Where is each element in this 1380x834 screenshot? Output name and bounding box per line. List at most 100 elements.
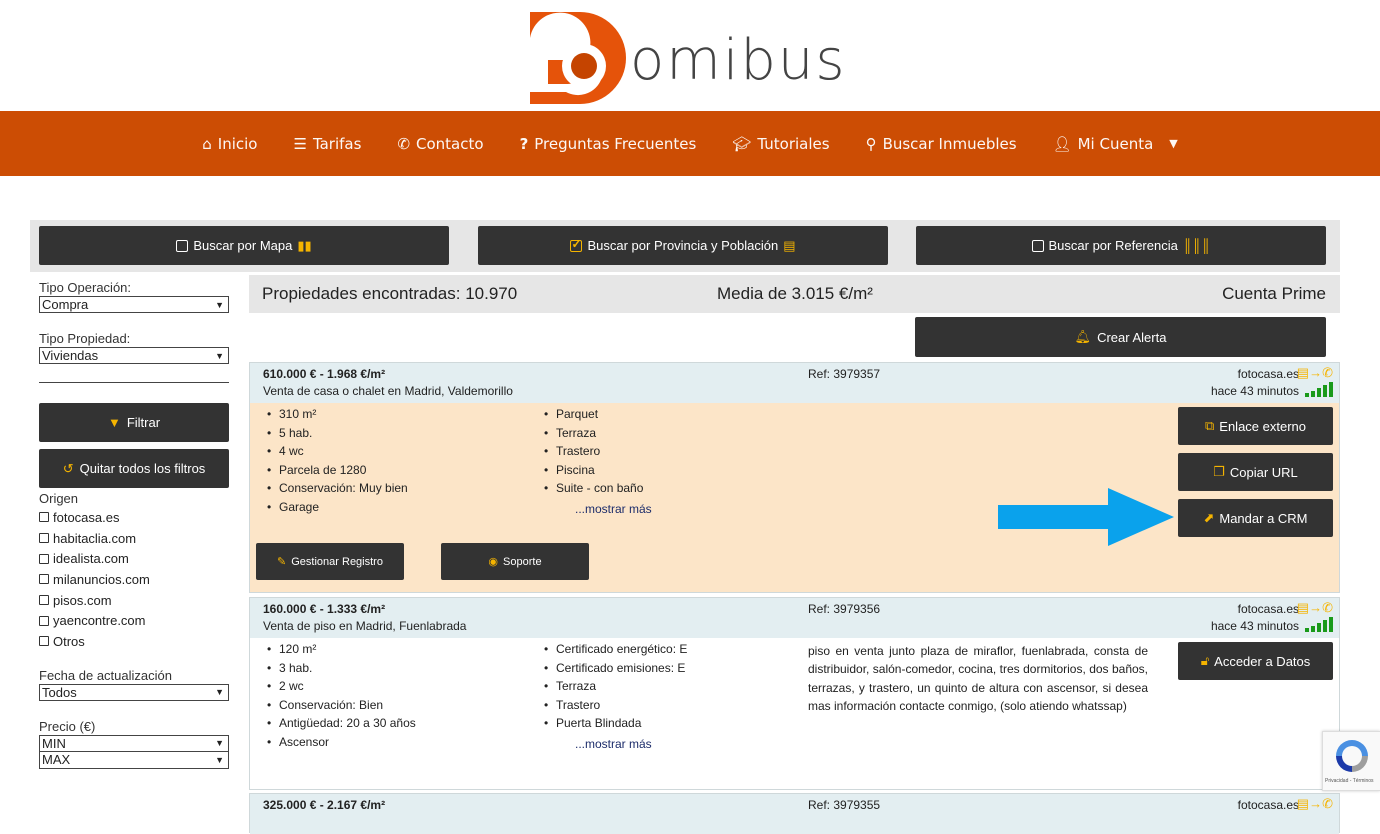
listing-title[interactable]: Venta de piso en Madrid, Fuenlabrada xyxy=(263,619,466,633)
checkbox[interactable] xyxy=(39,636,49,647)
operation-select[interactable]: Compra ▼ xyxy=(39,296,229,313)
property-value: Viviendas xyxy=(42,348,99,363)
nav-mi-cuenta-label: Mi Cuenta xyxy=(1077,134,1154,153)
brand-name: omibus xyxy=(630,28,847,93)
feature-item: 5 hab. xyxy=(263,426,408,445)
checkbox-icon xyxy=(1031,239,1044,252)
price-max-value: MAX xyxy=(42,752,71,768)
origin-option[interactable]: yaencontre.com xyxy=(39,610,231,631)
clear-filters-button[interactable]: ↺ Quitar todos los filtros xyxy=(39,449,229,488)
listing-header: 160.000 € - 1.333 €/m² Venta de piso en … xyxy=(250,598,1339,638)
features-left: 310 m² 5 hab. 4 wc Parcela de 1280 Conse… xyxy=(263,407,408,519)
listing-source: fotocasa.es xyxy=(1237,798,1299,812)
document-arrow-phone-icon: ▤→✆ xyxy=(1296,365,1333,380)
property-select[interactable]: Viviendas ▼ xyxy=(39,347,229,364)
operation-value: Compra xyxy=(42,297,89,312)
feature-item: Antigüedad: 20 a 30 años xyxy=(263,716,416,735)
feature-item: 3 hab. xyxy=(263,661,416,680)
nav-inicio[interactable]: ⌂ Inicio xyxy=(184,135,275,153)
nav-preguntas-label: Preguntas Frecuentes xyxy=(534,134,697,153)
results-summary-bar: Propiedades encontradas: 10.970 Media de… xyxy=(249,275,1340,313)
listing-ref: Ref: 3979356 xyxy=(808,602,881,616)
feature-item: Piscina xyxy=(540,463,643,482)
origin-option-label: fotocasa.es xyxy=(53,509,120,525)
copy-url-button[interactable]: ❐ Copiar URL xyxy=(1178,453,1333,491)
list-icon: ▤ xyxy=(783,237,796,253)
checkbox-icon xyxy=(176,239,189,252)
home-icon: ⌂ xyxy=(202,134,212,153)
average-price: Media de 3.015 €/m² xyxy=(717,284,873,303)
account-type: Cuenta Prime xyxy=(1222,284,1326,303)
phone-icon: ✆ xyxy=(397,134,411,153)
graduation-cap-icon: 🎓︎ xyxy=(732,134,752,153)
search-by-province-button[interactable]: Buscar por Provincia y Población ▤ xyxy=(478,226,888,265)
listing-price: 610.000 € - 1.968 €/m² xyxy=(263,367,386,381)
nav-tarifas[interactable]: ☰ Tarifas xyxy=(275,135,379,153)
origin-option-label: habitaclia.com xyxy=(53,530,137,546)
document-arrow-phone-icon: ▤→✆ xyxy=(1296,600,1333,615)
search-by-reference-label: Buscar por Referencia xyxy=(1048,238,1178,253)
checkbox[interactable] xyxy=(39,512,49,523)
origin-option[interactable]: idealista.com xyxy=(39,548,231,569)
map-icon: ▮▮ xyxy=(297,237,312,253)
checkbox[interactable] xyxy=(39,595,49,606)
list-icon: ☰ xyxy=(293,134,307,153)
show-more-link[interactable]: ...mostrar más xyxy=(575,502,652,516)
show-more-link[interactable]: ...mostrar más xyxy=(575,737,652,751)
unlock-icon: 🔓︎ xyxy=(1200,653,1210,668)
send-crm-button[interactable]: ⬈ Mandar a CRM xyxy=(1178,499,1333,537)
external-link-button[interactable]: ⧉ Enlace externo xyxy=(1178,407,1333,445)
checkbox[interactable] xyxy=(39,574,49,585)
recaptcha-icon xyxy=(1336,740,1368,772)
origin-option[interactable]: habitaclia.com xyxy=(39,528,231,549)
origin-option[interactable]: Otros xyxy=(39,631,231,652)
support-button[interactable]: ◉ Soporte xyxy=(441,543,589,580)
features-right: Parquet Terraza Trastero Piscina Suite -… xyxy=(540,407,643,500)
listing-price: 160.000 € - 1.333 €/m² xyxy=(263,602,386,616)
filters-sidebar: Tipo Operación: Compra ▼ Tipo Propiedad:… xyxy=(39,280,231,769)
listing-ref: Ref: 3979355 xyxy=(808,798,881,812)
manage-record-button[interactable]: ✎ Gestionar Registro xyxy=(256,543,404,580)
results-count: Propiedades encontradas: 10.970 xyxy=(262,284,518,303)
search-by-reference-button[interactable]: Buscar por Referencia ║║║ xyxy=(916,226,1326,265)
filter-button[interactable]: ▼ Filtrar xyxy=(39,403,229,442)
origin-option-label: idealista.com xyxy=(53,551,129,567)
recaptcha-badge[interactable]: Privacidad - Términos xyxy=(1322,731,1380,791)
search-by-map-button[interactable]: Buscar por Mapa ▮▮ xyxy=(39,226,449,265)
listing-card: 160.000 € - 1.333 €/m² Venta de piso en … xyxy=(249,597,1340,790)
listing-ref: Ref: 3979357 xyxy=(808,367,881,381)
nav-contacto[interactable]: ✆ Contacto xyxy=(379,135,501,153)
search-by-map-label: Buscar por Mapa xyxy=(193,238,293,253)
checkbox[interactable] xyxy=(39,533,49,544)
nav-preguntas[interactable]: ? Preguntas Frecuentes xyxy=(502,135,715,153)
blue-arrow-icon xyxy=(998,488,1174,546)
feature-item: Trastero xyxy=(540,698,687,717)
signal-bars-icon xyxy=(1305,617,1333,632)
checkbox[interactable] xyxy=(39,553,49,564)
feature-item: Certificado energético: E xyxy=(540,642,687,661)
property-label: Tipo Propiedad: xyxy=(39,331,131,346)
listing-card: 325.000 € - 2.167 €/m² Ref: 3979355 foto… xyxy=(249,793,1340,834)
create-alert-button[interactable]: 🔔︎ Crear Alerta xyxy=(915,317,1326,357)
funnel-icon: ▼ xyxy=(107,415,121,430)
listing-title[interactable]: Venta de casa o chalet en Madrid, Valdem… xyxy=(263,384,513,398)
date-select[interactable]: Todos ▼ xyxy=(39,683,229,701)
listing-time: hace 43 minutos xyxy=(1210,384,1299,398)
price-min-select[interactable]: MIN ▼ xyxy=(39,734,229,752)
checkbox[interactable] xyxy=(39,615,49,626)
user-icon: 👤︎ xyxy=(1052,134,1072,153)
origin-option[interactable]: pisos.com xyxy=(39,590,231,611)
domibus-d-logo-icon xyxy=(530,12,626,104)
access-data-button[interactable]: 🔓︎ Acceder a Datos xyxy=(1178,642,1333,680)
nav-mi-cuenta[interactable]: 👤︎ Mi Cuenta ▼ xyxy=(1035,135,1196,153)
recaptcha-terms[interactable]: Privacidad - Términos xyxy=(1325,778,1374,784)
feature-item: Terraza xyxy=(540,426,643,445)
nav-buscar[interactable]: ⚲ Buscar Inmuebles xyxy=(848,135,1035,153)
brand-logo[interactable]: omibus xyxy=(526,8,846,108)
origin-option[interactable]: fotocasa.es xyxy=(39,507,231,528)
origin-option[interactable]: milanuncios.com xyxy=(39,569,231,590)
listing-source: fotocasa.es xyxy=(1237,367,1299,381)
nav-inicio-label: Inicio xyxy=(217,134,258,153)
nav-tutoriales[interactable]: 🎓︎ Tutoriales xyxy=(714,135,847,153)
price-max-select[interactable]: MAX ▼ xyxy=(39,751,229,769)
